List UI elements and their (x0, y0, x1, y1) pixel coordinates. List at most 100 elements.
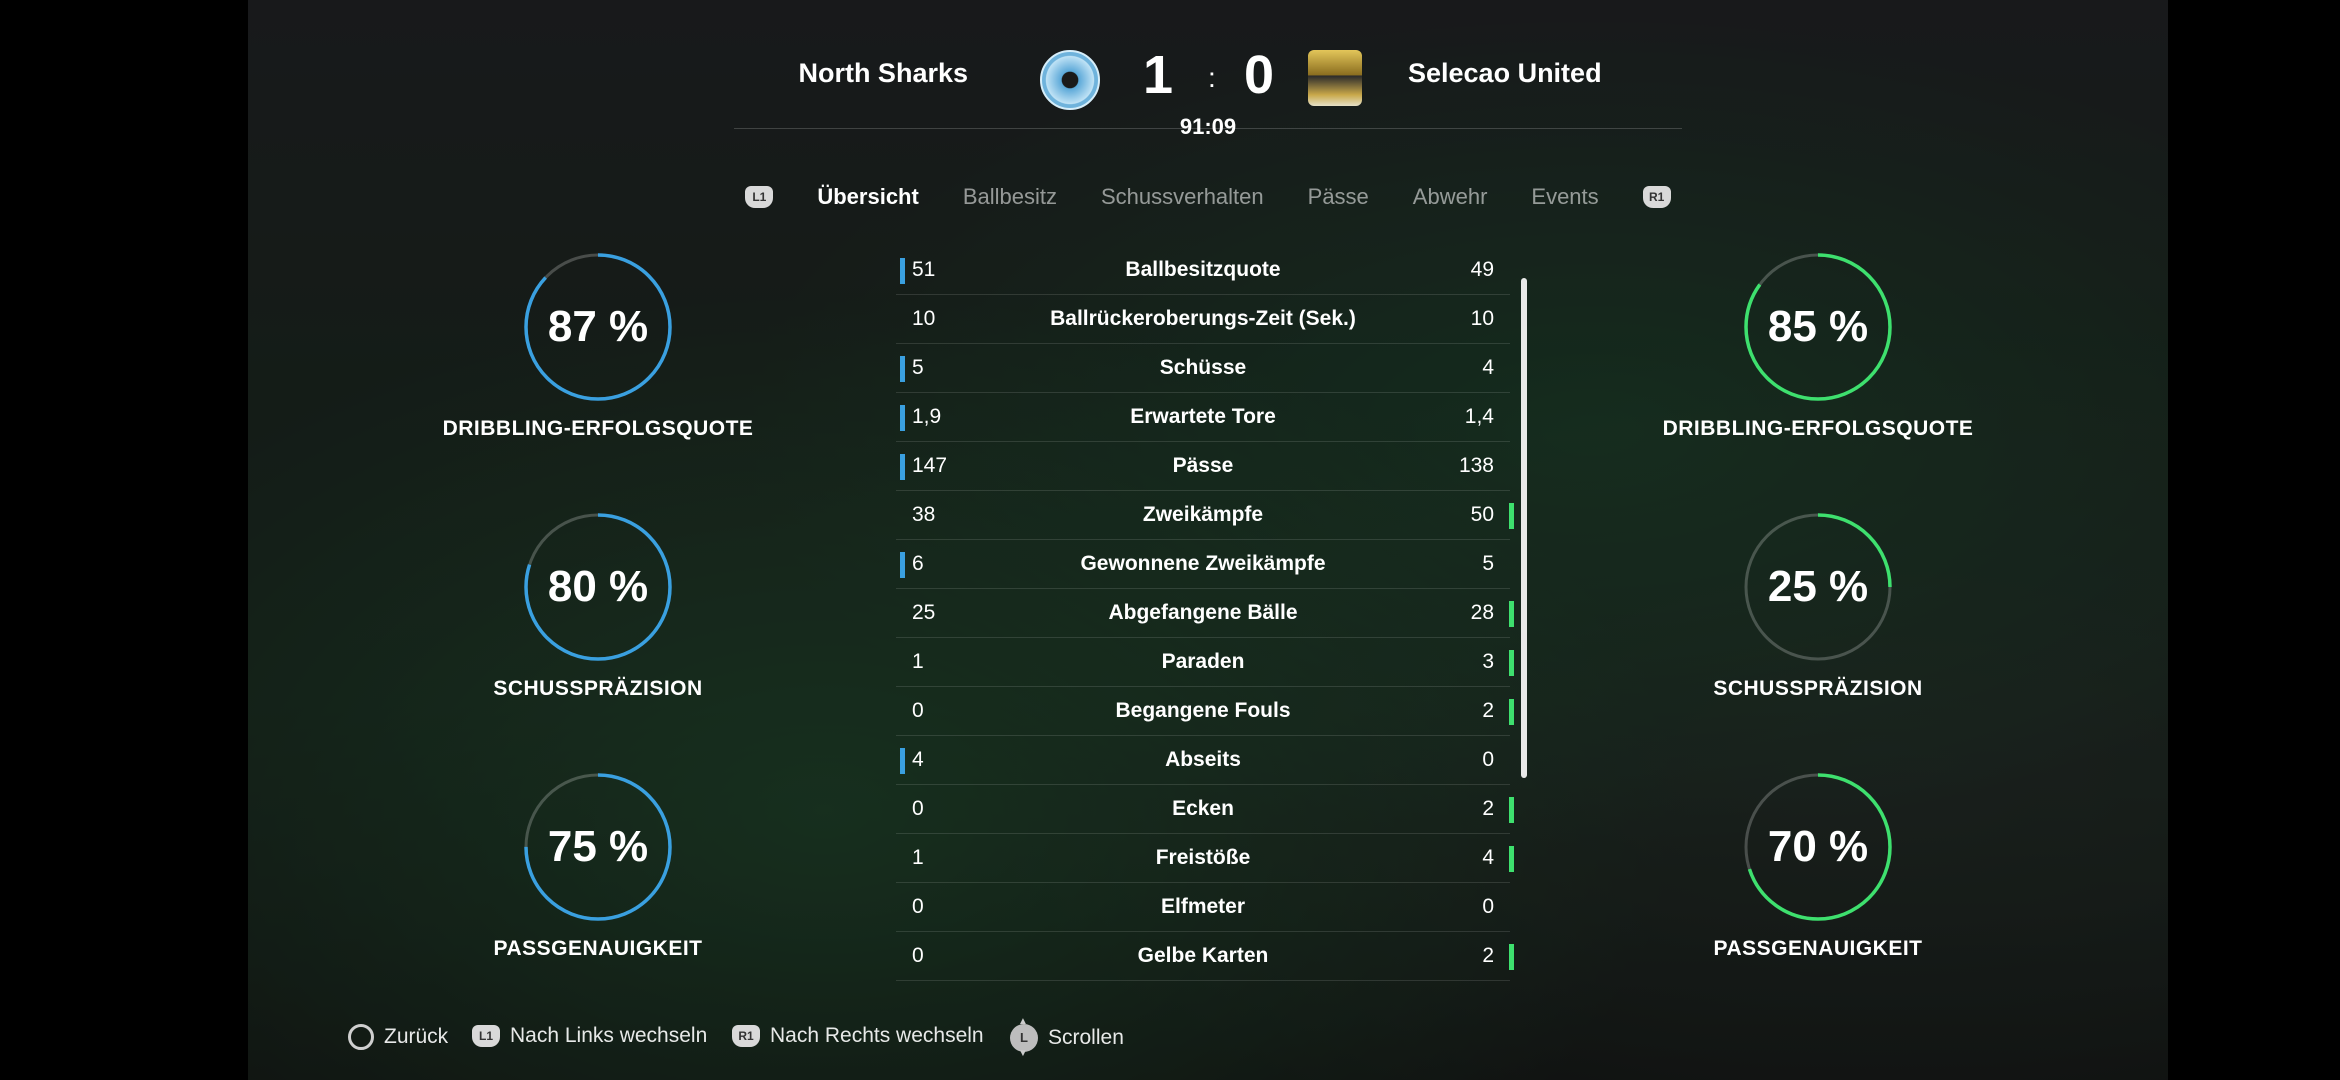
stat-row: 147 Pässe 138 (896, 442, 1510, 491)
away-lead-bar (1509, 846, 1514, 872)
stat-row: 38 Zweikämpfe 50 (896, 491, 1514, 540)
home-ring-2: 80 % (523, 512, 673, 662)
stat-row: 0 Gelbe Karten 2 (896, 932, 1514, 981)
stat-row: 1 Paraden 3 (896, 638, 1514, 687)
away-ring-label-2: SCHUSSPRÄZISION (1713, 677, 1923, 700)
match-stats-screen: North Sharks 1 : 0 Selecao United 91:09 … (248, 0, 2168, 1080)
away-stat-value: 0 (1482, 895, 1494, 918)
home-score: 1 (1143, 45, 1174, 105)
r1-button-icon[interactable]: R1 (1642, 186, 1671, 208)
home-ring-label-2: SCHUSSPRÄZISION (493, 677, 703, 700)
stat-label: Ballrückeroberungs-Zeit (Sek.) (1050, 307, 1356, 330)
hint-switch-left[interactable]: L1 Nach Links wechseln (472, 1024, 707, 1048)
r1-button-icon: R1 (732, 1025, 760, 1047)
stat-label: Gewonnene Zweikämpfe (1080, 552, 1326, 575)
stats-scrollbar[interactable] (1521, 278, 1527, 778)
away-ring-1: 85 % (1743, 252, 1893, 402)
tab-defending[interactable]: Abwehr (1413, 184, 1488, 210)
ring-value: 75 % (547, 822, 649, 871)
home-ring-1: 87 % (523, 252, 673, 402)
home-team-name: North Sharks (798, 58, 968, 88)
stat-row: 1 Freistöße 4 (896, 834, 1514, 883)
l1-button-icon[interactable]: L1 (745, 186, 774, 208)
hint-switch-right[interactable]: R1 Nach Rechts wechseln (732, 1024, 984, 1048)
stat-label: Zweikämpfe (1142, 503, 1264, 526)
away-stat-value: 4 (1482, 846, 1494, 869)
ring-value: 70 % (1767, 822, 1869, 871)
stat-label: Begangene Fouls (1115, 699, 1291, 722)
stat-label: Schüsse (1159, 356, 1247, 379)
away-stat-value: 0 (1482, 748, 1494, 771)
hint-scroll-label: Scrollen (1048, 1026, 1124, 1049)
away-stat-value: 2 (1482, 797, 1494, 820)
hint-back-label: Zurück (384, 1025, 449, 1048)
away-stat-value: 4 (1482, 356, 1494, 379)
away-stat-value: 2 (1482, 944, 1494, 967)
hint-switch-right-label: Nach Rechts wechseln (770, 1024, 984, 1047)
stats-tab-bar: L1 Übersicht Ballbesitz Schussverhalten … (248, 184, 2168, 210)
circle-button-icon (348, 1024, 374, 1050)
stat-row: 51 Ballbesitzquote 49 (896, 246, 1510, 295)
stat-row: 5 Schüsse 4 (896, 344, 1510, 393)
away-stat-value: 49 (1470, 258, 1494, 281)
away-lead-bar (1509, 797, 1514, 823)
away-score: 0 (1244, 45, 1275, 105)
away-stat-value: 5 (1482, 552, 1494, 575)
stat-label: Freistöße (1155, 846, 1251, 869)
stat-label: Pässe (1172, 454, 1234, 477)
home-ring-3: 75 % (523, 772, 673, 922)
tab-overview[interactable]: Übersicht (817, 184, 918, 210)
stat-label: Ballbesitzquote (1125, 258, 1281, 281)
away-stat-value: 138 (1458, 454, 1494, 477)
tab-shooting[interactable]: Schussverhalten (1101, 184, 1264, 210)
tab-events[interactable]: Events (1531, 184, 1598, 210)
away-stat-value: 1,4 (1464, 405, 1494, 428)
away-ring-3: 70 % (1743, 772, 1893, 922)
stat-label: Gelbe Karten (1137, 944, 1269, 967)
stat-row: 1,9 Erwartete Tore 1,4 (896, 393, 1510, 442)
hint-back[interactable]: Zurück (348, 1024, 448, 1050)
ring-value: 80 % (547, 562, 649, 611)
ring-value: 85 % (1767, 302, 1869, 351)
away-lead-bar (1509, 944, 1514, 970)
away-ring-label-3: PASSGENAUIGKEIT (1713, 937, 1923, 960)
stat-row: 0 Ecken 2 (896, 785, 1514, 834)
stat-label: Erwartete Tore (1130, 405, 1276, 428)
left-stick-icon: L (1010, 1008, 1038, 1068)
l1-button-icon: L1 (472, 1025, 500, 1047)
stat-label: Abseits (1165, 748, 1241, 771)
stat-row: 25 Abgefangene Bälle 28 (896, 589, 1514, 638)
away-ring-label-1: DRIBBLING-ERFOLGSQUOTE (1662, 417, 1974, 440)
stat-label: Elfmeter (1160, 895, 1246, 918)
away-lead-bar (1509, 650, 1514, 676)
stat-label: Ecken (1172, 797, 1234, 820)
stat-row: 10 Ballrückeroberungs-Zeit (Sek.) 10 (896, 295, 1510, 344)
away-ring-2: 25 % (1743, 512, 1893, 662)
tab-possession[interactable]: Ballbesitz (963, 184, 1057, 210)
away-lead-bar (1509, 699, 1514, 725)
away-stat-value: 50 (1470, 503, 1494, 526)
away-stat-value: 28 (1470, 601, 1494, 624)
stat-row: 0 Begangene Fouls 2 (896, 687, 1514, 736)
stat-label: Paraden (1161, 650, 1245, 673)
away-stat-value: 3 (1482, 650, 1494, 673)
tab-passing[interactable]: Pässe (1308, 184, 1369, 210)
match-clock: 91:09 (1179, 114, 1237, 139)
hint-switch-left-label: Nach Links wechseln (510, 1024, 708, 1047)
score-separator: : (1208, 62, 1216, 93)
hint-scroll[interactable]: L Scrollen (1010, 1008, 1124, 1068)
away-stat-value: 2 (1482, 699, 1494, 722)
ring-value: 25 % (1767, 562, 1869, 611)
header-divider (734, 128, 1682, 129)
away-team-crest-icon (1308, 50, 1362, 106)
stat-row: 6 Gewonnene Zweikämpfe 5 (896, 540, 1510, 589)
stat-row: 0 Elfmeter 0 (896, 883, 1510, 932)
away-stat-value: 10 (1470, 307, 1494, 330)
away-lead-bar (1509, 601, 1514, 627)
home-team-crest-icon (1040, 50, 1100, 110)
away-team-name: Selecao United (1408, 58, 1602, 88)
home-ring-label-1: DRIBBLING-ERFOLGSQUOTE (442, 417, 754, 440)
away-lead-bar (1509, 503, 1514, 529)
ring-value: 87 % (547, 302, 649, 351)
home-ring-label-3: PASSGENAUIGKEIT (493, 937, 703, 960)
